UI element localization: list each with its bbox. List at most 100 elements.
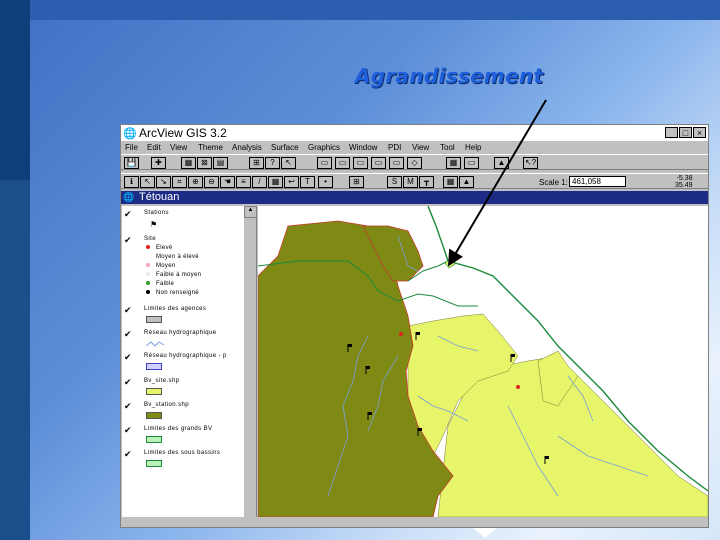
- pan-tool[interactable]: ☚: [220, 176, 235, 188]
- identify-tool[interactable]: ℹ: [124, 176, 139, 188]
- menu-view-2[interactable]: View: [412, 143, 429, 152]
- menu-graphics[interactable]: Graphics: [308, 143, 340, 152]
- zoom-out-fixed-button[interactable]: ▭: [389, 157, 404, 169]
- text-tool[interactable]: T: [300, 176, 315, 188]
- layout-button[interactable]: ▲: [494, 157, 509, 169]
- layer-visibility-checkbox[interactable]: ✔: [124, 210, 132, 219]
- network-tool[interactable]: ┳: [419, 176, 434, 188]
- area-of-interest-tool[interactable]: ▦: [268, 176, 283, 188]
- save-button[interactable]: 💾: [124, 157, 139, 169]
- legend-swatch: [146, 460, 162, 467]
- layer-name: Limites des sous bassins: [144, 450, 221, 456]
- legend-swatch: [146, 363, 162, 370]
- s-tool-button[interactable]: S: [387, 176, 402, 188]
- m-tool-button[interactable]: M: [403, 176, 418, 188]
- legend-swatch: [146, 412, 162, 419]
- query-button[interactable]: ?: [265, 157, 280, 169]
- menu-analysis[interactable]: Analysis: [232, 143, 262, 152]
- draw-point-tool[interactable]: •: [318, 176, 333, 188]
- coord-y: 35.49: [675, 182, 693, 189]
- legend-label: Non renseigné: [156, 290, 199, 296]
- zoom-active-button[interactable]: ▭: [335, 157, 350, 169]
- open-table-button[interactable]: ▤: [213, 157, 228, 169]
- zoom-out-tool[interactable]: ⊖: [204, 176, 219, 188]
- close-button[interactable]: ×: [693, 127, 706, 138]
- legend-dot: [146, 281, 150, 286]
- maximize-button[interactable]: □: [679, 127, 692, 138]
- vertex-edit-tool[interactable]: ↘: [156, 176, 171, 188]
- layer-visibility-checkbox[interactable]: ✔: [124, 450, 132, 459]
- pointer-tool[interactable]: ↖: [140, 176, 155, 188]
- legend-swatch: [146, 436, 162, 443]
- menu-file[interactable]: File: [125, 143, 138, 152]
- measure-tool[interactable]: ≡: [236, 176, 251, 188]
- map-display[interactable]: [258, 206, 708, 517]
- menu-tool[interactable]: Tool: [440, 143, 455, 152]
- legend-dot: [146, 254, 150, 259]
- locate-button[interactable]: ↖: [281, 157, 296, 169]
- zoom-full-button[interactable]: ▭: [317, 157, 332, 169]
- legend-item: Moyen: [146, 263, 176, 269]
- slide-title: Agrandissement: [355, 64, 544, 88]
- layer-name: Réseau hydrographique - p: [144, 353, 227, 359]
- scroll-up-arrow-icon[interactable]: ▲: [244, 206, 256, 218]
- grid-tool[interactable]: ▦: [443, 176, 458, 188]
- view-globe-icon: 🌐: [123, 192, 135, 202]
- button-bar: 💾 ✚ ▦ ⊠ ▤ ⊞ ? ↖ ▭ ▭ ▭ ▭ ▭ ◇ ▦ ▭ ▲ ↖?: [121, 154, 708, 170]
- minimize-button[interactable]: _: [665, 127, 678, 138]
- layer-name: Bv_station.shp: [144, 402, 189, 408]
- edit-legend-button[interactable]: ⊠: [197, 157, 212, 169]
- layer-name: Site: [144, 236, 156, 242]
- map-canvas[interactable]: [258, 206, 708, 517]
- surface-tool[interactable]: ▲: [459, 176, 474, 188]
- find-button[interactable]: ⊞: [249, 157, 264, 169]
- slide-top-band: [30, 0, 720, 20]
- site-point-eleve[interactable]: [399, 332, 403, 336]
- menu-surface[interactable]: Surface: [271, 143, 299, 152]
- table-of-contents: ✔ Stations ⚑ ✔ Site Elevé Moyen à élevé …: [122, 206, 257, 517]
- layer-visibility-checkbox[interactable]: ✔: [124, 353, 132, 362]
- legend-swatch: [146, 316, 162, 323]
- status-bar: [121, 517, 708, 527]
- layer-visibility-checkbox[interactable]: ✔: [124, 378, 132, 387]
- layer-visibility-checkbox[interactable]: ✔: [124, 330, 132, 339]
- label-tool[interactable]: ↩: [284, 176, 299, 188]
- menu-theme[interactable]: Theme: [198, 143, 223, 152]
- menu-window[interactable]: Window: [349, 143, 377, 152]
- menu-help[interactable]: Help: [465, 143, 481, 152]
- snap-tool[interactable]: ⊞: [349, 176, 364, 188]
- layer-visibility-checkbox[interactable]: ✔: [124, 236, 132, 245]
- scale-input[interactable]: 461,058: [569, 176, 626, 187]
- coord-x: -5.38: [676, 175, 693, 182]
- menu-view[interactable]: View: [170, 143, 187, 152]
- menu-pdi[interactable]: PDI: [388, 143, 401, 152]
- select-feature-tool[interactable]: ⌗: [172, 176, 187, 188]
- zoom-selected-button[interactable]: ▭: [353, 157, 368, 169]
- layer-visibility-checkbox[interactable]: ✔: [124, 402, 132, 411]
- help-pointer-button[interactable]: ↖?: [523, 157, 538, 169]
- layer-name: Limites des grands BV: [144, 426, 213, 432]
- select-features-button[interactable]: ▦: [446, 157, 461, 169]
- site-point-eleve[interactable]: [516, 385, 520, 389]
- tool-bar: ℹ ↖ ↘ ⌗ ⊕ ⊖ ☚ ≡ / ▦ ↩ T • ⊞ S M ┳ ▦ ▲ Sc…: [121, 173, 708, 189]
- legend-item: Moyen à élevé: [146, 254, 199, 260]
- coordinate-readout: -5.38 35.49: [675, 175, 693, 189]
- legend-dot: [146, 290, 150, 295]
- clear-selection-button[interactable]: ▭: [464, 157, 479, 169]
- zoom-in-fixed-button[interactable]: ▭: [371, 157, 386, 169]
- slide-left-band-dark: [0, 0, 30, 180]
- toc-scrollbar[interactable]: ▲: [244, 206, 256, 517]
- legend-label: Moyen à élevé: [156, 254, 199, 260]
- hotlink-tool[interactable]: /: [252, 176, 267, 188]
- zoom-previous-button[interactable]: ◇: [407, 157, 422, 169]
- menu-edit[interactable]: Edit: [147, 143, 161, 152]
- window-title: ArcView GIS 3.2: [139, 126, 227, 140]
- layer-visibility-checkbox[interactable]: ✔: [124, 306, 132, 315]
- zoom-in-tool[interactable]: ⊕: [188, 176, 203, 188]
- legend-dot: [146, 272, 150, 277]
- theme-properties-button[interactable]: ▦: [181, 157, 196, 169]
- menu-bar: File Edit View Theme Analysis Surface Gr…: [121, 142, 708, 154]
- layer-visibility-checkbox[interactable]: ✔: [124, 426, 132, 435]
- view-title: Tétouan: [139, 191, 180, 203]
- add-theme-button[interactable]: ✚: [151, 157, 166, 169]
